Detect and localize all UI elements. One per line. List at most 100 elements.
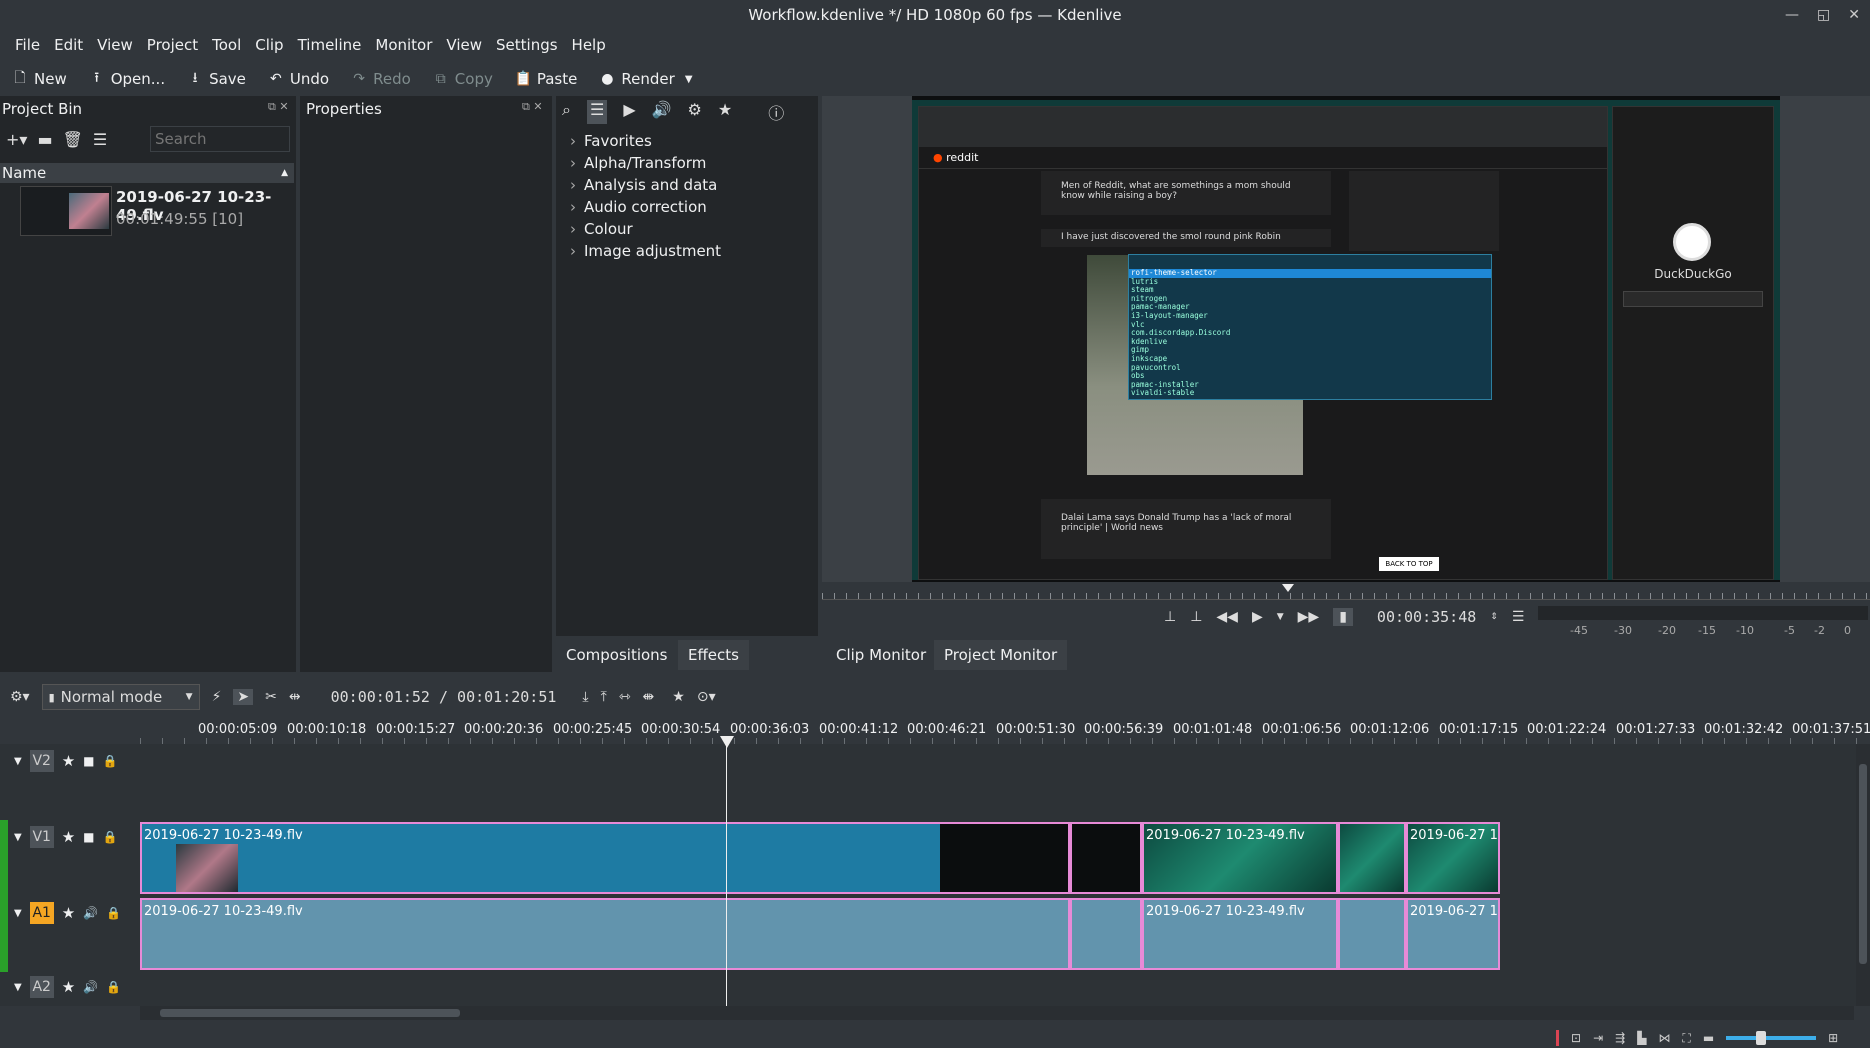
project-monitor-view[interactable]: ● reddit Men of Reddit, what are somethi…: [912, 96, 1780, 582]
monitor-timecode[interactable]: 00:00:35:48: [1377, 608, 1476, 626]
collapse-icon[interactable]: ▼: [14, 832, 22, 843]
menu-view-2[interactable]: View: [439, 32, 489, 58]
open-button[interactable]: ⭱ Open...: [85, 67, 169, 91]
timecode-spin-icon[interactable]: ⇕: [1490, 612, 1498, 622]
tab-effects[interactable]: Effects: [678, 640, 749, 670]
track-name-v2[interactable]: V2: [29, 750, 54, 772]
info-icon[interactable]: ⓘ: [768, 100, 784, 124]
scrollbar-thumb[interactable]: [160, 1009, 460, 1017]
zoom-in-icon[interactable]: ⊞: [1828, 1031, 1838, 1045]
loop-icon[interactable]: ▮: [1333, 608, 1353, 626]
effect-category-audio-correction[interactable]: Audio correction: [560, 196, 810, 218]
chevron-down-icon[interactable]: ▼: [681, 74, 697, 85]
extract-icon[interactable]: ⇼: [643, 689, 655, 705]
bin-column-header[interactable]: Name ▲: [0, 163, 294, 183]
track-effects-star-icon[interactable]: ★: [62, 828, 75, 846]
menu-settings[interactable]: Settings: [489, 32, 565, 58]
video-clip-5[interactable]: 2019-06-27 10-: [1406, 822, 1500, 894]
monitor-timeline-ruler[interactable]: [822, 584, 1870, 600]
bin-panel-float-icon[interactable]: ⧉ ✕: [268, 100, 289, 114]
trash-icon[interactable]: 🗑: [63, 130, 83, 149]
markers-icon[interactable]: ⋈: [1658, 1031, 1670, 1045]
gear-icon[interactable]: ⚙: [688, 100, 702, 124]
speaker-icon[interactable]: 🔊: [83, 906, 98, 920]
effect-category-analysis[interactable]: Analysis and data: [560, 174, 810, 196]
menu-timeline[interactable]: Timeline: [291, 32, 369, 58]
edit-mode-select[interactable]: ▮ Normal mode ▼: [41, 684, 200, 710]
lock-icon[interactable]: 🔒: [103, 754, 118, 768]
record-icon[interactable]: ⊙▾: [697, 689, 716, 705]
menu-clip[interactable]: Clip: [248, 32, 290, 58]
search-icon[interactable]: ⌕: [562, 100, 571, 124]
bin-clip-item[interactable]: 2019-06-27 10-23-49.flv 00:01:49:55 [10]: [0, 186, 294, 238]
video-clip-4[interactable]: [1338, 822, 1406, 894]
undo-button[interactable]: ↶ Undo: [264, 70, 333, 88]
menu-file[interactable]: File: [8, 32, 47, 58]
thumbnails-icon[interactable]: ⇶: [1615, 1031, 1625, 1045]
list-icon[interactable]: ☰: [586, 100, 608, 124]
redo-button[interactable]: ↷ Redo: [347, 70, 415, 88]
audio-clip-2[interactable]: [1070, 898, 1142, 970]
effect-category-colour[interactable]: Colour: [560, 218, 810, 240]
video-clip-1[interactable]: 2019-06-27 10-23-49.flv: [140, 822, 1070, 894]
render-button[interactable]: ● Render ▼: [595, 70, 700, 88]
rewind-icon[interactable]: ◀◀: [1216, 609, 1238, 625]
save-button[interactable]: ⭳ Save: [183, 67, 250, 91]
track-name-v1[interactable]: V1: [29, 826, 54, 848]
select-tool-icon[interactable]: ➤: [233, 689, 254, 705]
star-icon[interactable]: ★: [718, 100, 732, 124]
insert-icon[interactable]: ⤓: [582, 689, 588, 705]
timeline-settings-icon[interactable]: ⚙▾: [10, 689, 30, 705]
timeline-ruler[interactable]: 00:00:05:09 00:00:10:18 00:00:15:27 00:0…: [0, 716, 1870, 744]
snap-icon[interactable]: ⚡: [212, 689, 222, 705]
video-clip-3[interactable]: 2019-06-27 10-23-49.flv: [1142, 822, 1338, 894]
zoom-slider-handle[interactable]: [1756, 1031, 1767, 1045]
track-name-a1[interactable]: A1: [29, 902, 54, 924]
video-clip-2[interactable]: [1070, 822, 1142, 894]
zoom-out-icon[interactable]: ▬: [1703, 1031, 1714, 1045]
lock-icon[interactable]: 🔒: [103, 830, 118, 844]
play-icon[interactable]: ▶: [1252, 609, 1263, 625]
audio-clip-5[interactable]: 2019-06-27 10-: [1406, 898, 1500, 970]
set-zone-in-icon[interactable]: ⊥: [1164, 609, 1176, 625]
audio-clip-3[interactable]: 2019-06-27 10-23-49.flv: [1142, 898, 1338, 970]
add-clip-icon[interactable]: +▾: [6, 130, 27, 149]
new-button[interactable]: 🗋 New: [8, 67, 71, 91]
speaker-icon[interactable]: 🔊: [83, 980, 98, 994]
paste-button[interactable]: 📋 Paste: [511, 70, 582, 88]
split-audio-icon[interactable]: ⇥: [1593, 1031, 1603, 1045]
minimize-icon[interactable]: —: [1785, 0, 1799, 30]
lock-icon[interactable]: 🔒: [106, 906, 121, 920]
menu-help[interactable]: Help: [565, 32, 613, 58]
menu-edit[interactable]: Edit: [47, 32, 90, 58]
camera-icon[interactable]: ■: [83, 830, 94, 844]
collapse-icon[interactable]: ▼: [14, 982, 22, 993]
timeline-playhead[interactable]: [726, 736, 727, 1006]
fullscreen-icon[interactable]: ⛶: [1682, 1031, 1690, 1046]
timeline-vertical-scrollbar[interactable]: [1856, 744, 1870, 1006]
lift-icon[interactable]: ⇿: [619, 689, 631, 705]
scrollbar-thumb[interactable]: [1859, 764, 1867, 964]
effect-category-favorites[interactable]: Favorites: [560, 130, 810, 152]
camera-icon[interactable]: ■: [83, 754, 94, 768]
audio-clip-4[interactable]: [1338, 898, 1406, 970]
properties-float-icon[interactable]: ⧉ ✕: [522, 100, 543, 114]
menu-monitor[interactable]: Monitor: [368, 32, 439, 58]
spacer-tool-icon[interactable]: ⇹: [289, 689, 301, 705]
audio-clip-1[interactable]: 2019-06-27 10-23-49.flv: [140, 898, 1070, 970]
lock-icon[interactable]: 🔒: [106, 980, 121, 994]
play-options-icon[interactable]: ▼: [1277, 612, 1284, 622]
maximize-icon[interactable]: ◱: [1817, 0, 1830, 30]
menu-view[interactable]: View: [90, 32, 140, 58]
close-icon[interactable]: ✕: [1848, 0, 1860, 30]
zoom-slider[interactable]: [1726, 1031, 1817, 1045]
razor-tool-icon[interactable]: ✂: [265, 689, 277, 705]
tab-project-monitor[interactable]: Project Monitor: [934, 640, 1068, 670]
track-name-a2[interactable]: A2: [29, 976, 54, 998]
speaker-icon[interactable]: 🔊: [652, 100, 672, 124]
copy-button[interactable]: ⧉ Copy: [429, 70, 497, 88]
forward-icon[interactable]: ▶▶: [1298, 609, 1320, 625]
folder-icon[interactable]: ▬: [37, 130, 52, 149]
menu-project[interactable]: Project: [140, 32, 205, 58]
monitor-playhead-marker[interactable]: [1282, 584, 1294, 592]
